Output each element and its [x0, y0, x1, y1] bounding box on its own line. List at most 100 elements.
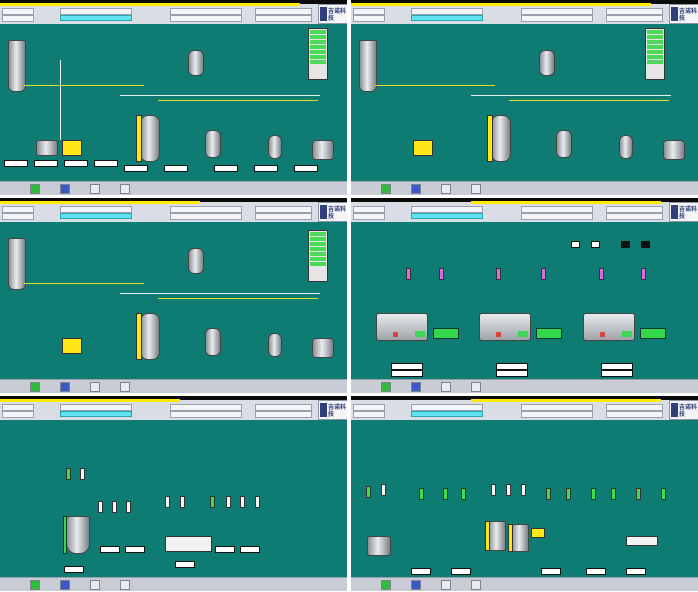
panel-footer: [351, 577, 698, 591]
header-cell[interactable]: [170, 404, 242, 411]
pause-icon[interactable]: [120, 184, 130, 194]
header-cell[interactable]: [60, 206, 132, 213]
panel-header: 吉诺科技: [351, 198, 698, 222]
header-cell[interactable]: [521, 15, 593, 22]
header-cell[interactable]: [170, 213, 242, 220]
header-cell[interactable]: [411, 8, 483, 15]
header-cell[interactable]: [170, 411, 242, 418]
header-cell[interactable]: [255, 213, 312, 220]
pressure-indicator: [496, 268, 501, 280]
tank[interactable]: [312, 140, 334, 160]
tag-label: [496, 363, 528, 370]
lock-icon[interactable]: [60, 580, 70, 590]
stop-icon[interactable]: [441, 382, 451, 392]
header-cell[interactable]: [606, 15, 663, 22]
brand-logo-icon: [320, 7, 327, 21]
compressor-unit-1[interactable]: [376, 313, 428, 341]
header-cell[interactable]: [606, 411, 663, 418]
lock-icon[interactable]: [60, 382, 70, 392]
tank[interactable]: [312, 338, 334, 358]
pipe: [120, 95, 320, 96]
stop-icon[interactable]: [441, 580, 451, 590]
header-cell[interactable]: [521, 404, 593, 411]
tank[interactable]: [188, 248, 204, 274]
stop-icon[interactable]: [90, 184, 100, 194]
header-cell[interactable]: [170, 8, 242, 15]
reactor-vessel[interactable]: [491, 115, 511, 162]
storage-tank[interactable]: [367, 536, 391, 556]
tank[interactable]: [539, 50, 555, 76]
header-cell[interactable]: [606, 404, 663, 411]
mixing-tank[interactable]: [488, 521, 506, 551]
play-icon[interactable]: [30, 580, 40, 590]
reactor-vessel[interactable]: [140, 313, 160, 360]
header-cell[interactable]: [521, 206, 593, 213]
header-cell[interactable]: [2, 404, 34, 411]
header-cell[interactable]: [2, 15, 34, 22]
header-cell[interactable]: [606, 206, 663, 213]
play-icon[interactable]: [381, 382, 391, 392]
trough-vessel[interactable]: [626, 536, 658, 546]
reactor-vessel[interactable]: [140, 115, 160, 162]
pause-icon[interactable]: [471, 580, 481, 590]
lock-icon[interactable]: [411, 184, 421, 194]
play-icon[interactable]: [381, 580, 391, 590]
header-cell[interactable]: [170, 206, 242, 213]
play-icon[interactable]: [30, 382, 40, 392]
header-cell[interactable]: [353, 206, 385, 213]
header-cell[interactable]: [255, 15, 312, 22]
tank[interactable]: [268, 333, 282, 357]
tank[interactable]: [619, 135, 633, 159]
header-cell[interactable]: [411, 404, 483, 411]
storage-tank[interactable]: [66, 516, 90, 554]
header-cell[interactable]: [60, 8, 132, 15]
header-cell[interactable]: [353, 8, 385, 15]
header-cell[interactable]: [521, 8, 593, 15]
header-cell[interactable]: [606, 8, 663, 15]
lock-icon[interactable]: [411, 382, 421, 392]
header-cell[interactable]: [255, 411, 312, 418]
pause-icon[interactable]: [120, 382, 130, 392]
header-cell[interactable]: [411, 206, 483, 213]
tank[interactable]: [205, 328, 221, 356]
header-cell[interactable]: [255, 206, 312, 213]
tank[interactable]: [268, 135, 282, 159]
mixing-tank[interactable]: [511, 524, 529, 552]
compressor-unit-2[interactable]: [479, 313, 531, 341]
pause-icon[interactable]: [471, 184, 481, 194]
header-cell[interactable]: [353, 411, 385, 418]
header-cell[interactable]: [521, 411, 593, 418]
header-cell[interactable]: [353, 404, 385, 411]
trough-vessel[interactable]: [165, 536, 212, 552]
header-cell[interactable]: [521, 213, 593, 220]
tank[interactable]: [188, 50, 204, 76]
header-cell[interactable]: [2, 8, 34, 15]
compressor-unit-3[interactable]: [583, 313, 635, 341]
header-cell[interactable]: [2, 206, 34, 213]
tank[interactable]: [205, 130, 221, 158]
tank[interactable]: [663, 140, 685, 160]
header-cell[interactable]: [353, 213, 385, 220]
pause-icon[interactable]: [471, 382, 481, 392]
header-cell[interactable]: [170, 15, 242, 22]
header-cell[interactable]: [353, 15, 385, 22]
lock-icon[interactable]: [60, 184, 70, 194]
tank[interactable]: [36, 140, 58, 156]
lock-icon[interactable]: [411, 580, 421, 590]
header-cell[interactable]: [2, 411, 34, 418]
stop-icon[interactable]: [90, 382, 100, 392]
header-cell[interactable]: [60, 404, 132, 411]
header-cell[interactable]: [2, 213, 34, 220]
tank[interactable]: [556, 130, 572, 158]
valve-indicator: [546, 488, 551, 500]
pause-icon[interactable]: [120, 580, 130, 590]
heater-block: [62, 338, 82, 354]
panel-header: 吉诺科技: [0, 396, 347, 420]
stop-icon[interactable]: [441, 184, 451, 194]
play-icon[interactable]: [381, 184, 391, 194]
play-icon[interactable]: [30, 184, 40, 194]
header-cell[interactable]: [255, 8, 312, 15]
stop-icon[interactable]: [90, 580, 100, 590]
header-cell[interactable]: [255, 404, 312, 411]
header-cell[interactable]: [606, 213, 663, 220]
